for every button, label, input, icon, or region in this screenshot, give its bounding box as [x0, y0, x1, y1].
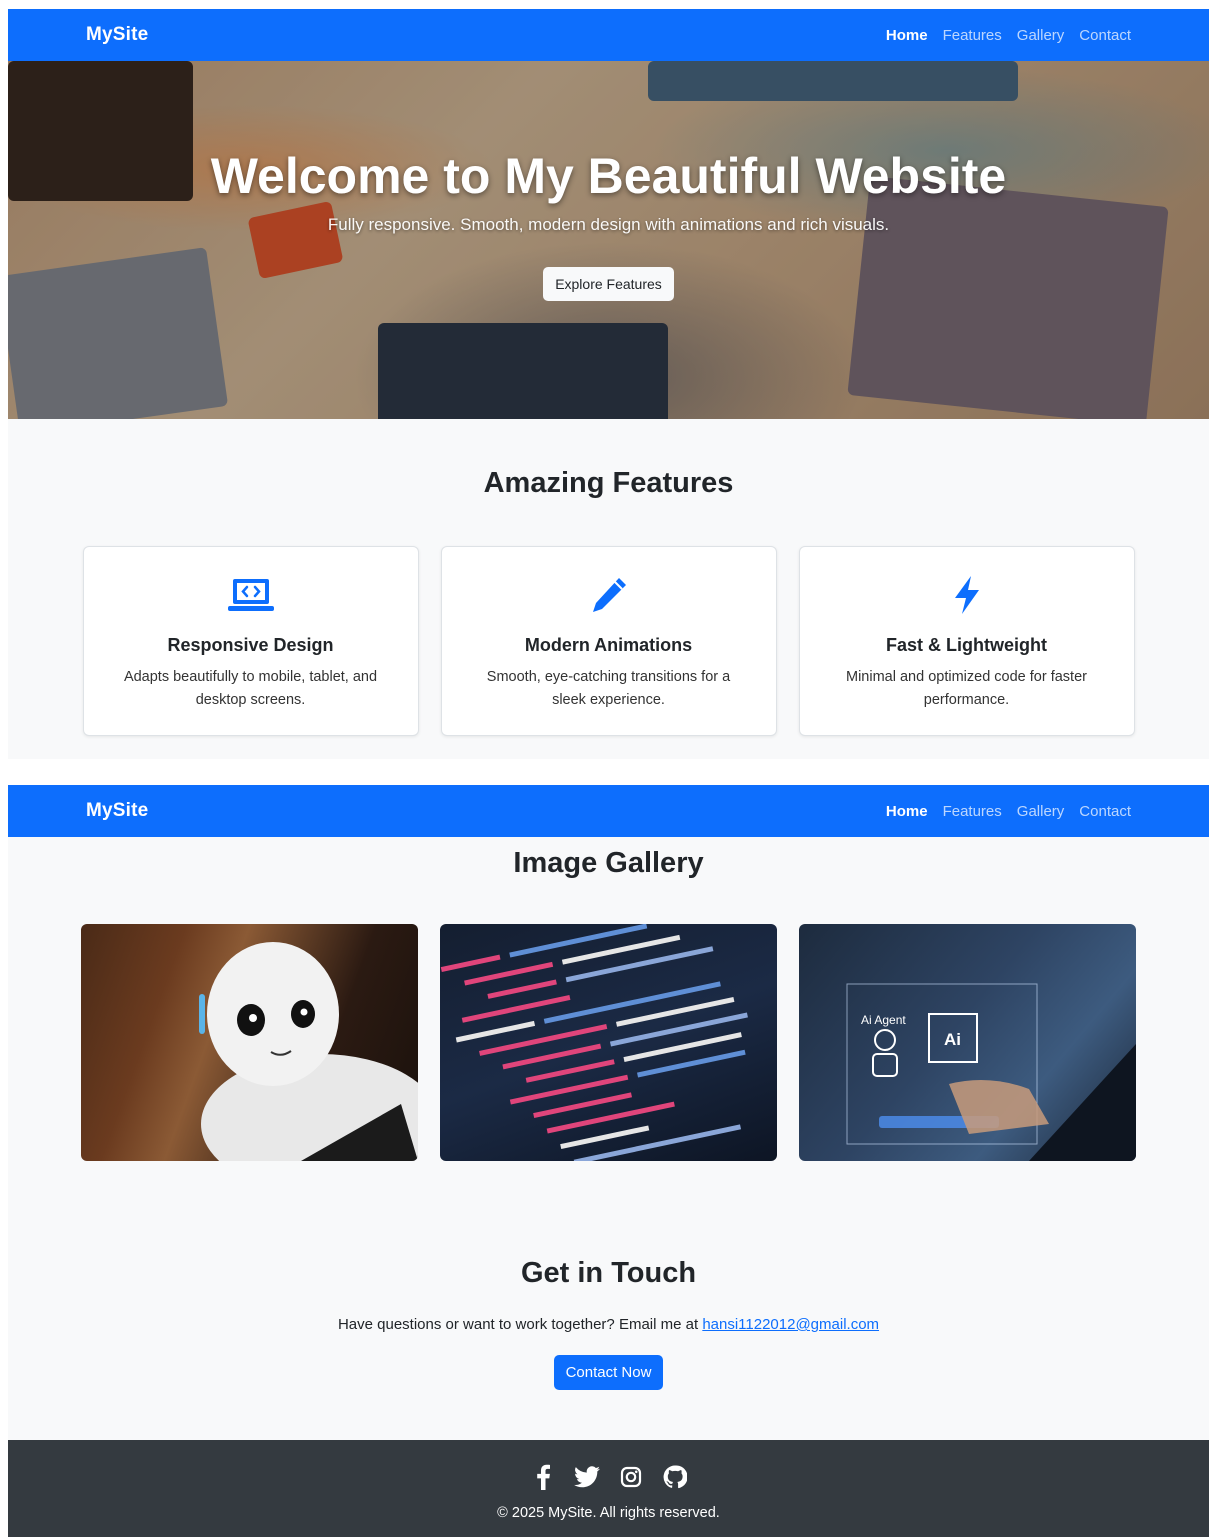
feature-desc: Minimal and optimized code for faster pe…	[846, 669, 1087, 708]
footer: © 2025 MySite. All rights reserved.	[8, 1440, 1209, 1537]
contact-text: Have questions or want to work together?…	[8, 1316, 1209, 1333]
nav-link-contact[interactable]: Contact	[1079, 27, 1131, 44]
nav-link-home[interactable]: Home	[886, 27, 928, 44]
ai-agent-illustration: Ai Agent Ai	[846, 983, 1136, 1161]
navbar: MySite Home Features Gallery Contact	[8, 9, 1209, 61]
nav-link-gallery[interactable]: Gallery	[1017, 27, 1065, 44]
ai-agent-label: Ai Agent	[861, 1013, 906, 1027]
feature-card-animations: Modern Animations Smooth, eye-catching t…	[440, 546, 777, 736]
hero-section: Welcome to My Beautiful Website Fully re…	[8, 61, 1209, 419]
feature-card-responsive: Responsive Design Adapts beautifully to …	[82, 546, 419, 736]
feature-title: Modern Animations	[524, 635, 693, 655]
explore-features-button[interactable]: Explore Features	[543, 267, 674, 301]
nav-link-features[interactable]: Features	[943, 27, 1002, 44]
brand-logo[interactable]: MySite	[86, 800, 148, 822]
gallery-section: Image Gallery Ai Agent Ai	[8, 837, 1209, 1161]
pen-icon	[442, 575, 776, 615]
lightning-icon	[800, 575, 1134, 615]
feature-desc: Adapts beautifully to mobile, tablet, an…	[123, 669, 378, 708]
feature-card-fast: Fast & Lightweight Minimal and optimized…	[798, 546, 1135, 736]
feature-desc: Smooth, eye-catching transitions for a s…	[486, 669, 731, 708]
github-icon[interactable]	[662, 1464, 688, 1490]
laptop-code-icon	[84, 575, 418, 615]
contact-section: Get in Touch Have questions or want to w…	[8, 1161, 1209, 1390]
screenshot-top: MySite Home Features Gallery Contact Wel…	[8, 9, 1209, 759]
nav-links: Home Features Gallery Contact	[886, 803, 1131, 820]
features-title: Amazing Features	[483, 467, 734, 499]
nav-link-features[interactable]: Features	[943, 803, 1002, 820]
ai-label: Ai	[944, 1030, 961, 1049]
twitter-icon[interactable]	[573, 1464, 600, 1490]
features-section: Amazing Features Responsive Design Adapt…	[8, 419, 1209, 736]
nav-links: Home Features Gallery Contact	[886, 27, 1131, 44]
contact-text-body: Have questions or want to work together?…	[337, 1316, 699, 1333]
gallery-title: Image Gallery	[513, 847, 704, 879]
hero-content: Welcome to My Beautiful Website Fully re…	[8, 61, 1209, 419]
hero-title: Welcome to My Beautiful Website	[210, 148, 1007, 204]
robot-illustration	[199, 942, 418, 1161]
facebook-icon[interactable]	[530, 1464, 556, 1490]
nav-link-contact[interactable]: Contact	[1079, 803, 1131, 820]
hero-subtitle: Fully responsive. Smooth, modern design …	[327, 215, 890, 234]
social-links	[8, 1464, 1209, 1490]
copyright: © 2025 MySite. All rights reserved.	[497, 1505, 720, 1521]
contact-title: Get in Touch	[520, 1257, 697, 1289]
gallery-row: Ai Agent Ai	[8, 924, 1209, 1161]
feature-title: Fast & Lightweight	[886, 635, 1047, 655]
feature-row: Responsive Design Adapts beautifully to …	[8, 546, 1209, 736]
screenshot-bottom: MySite Home Features Gallery Contact Ima…	[8, 785, 1209, 1537]
code-photo	[440, 924, 777, 1161]
nav-link-gallery[interactable]: Gallery	[1017, 803, 1065, 820]
instagram-icon[interactable]	[618, 1464, 644, 1490]
contact-now-button[interactable]: Contact Now	[553, 1355, 664, 1390]
feature-title: Responsive Design	[167, 635, 334, 655]
contact-email-link[interactable]: hansi1122012@gmail.com	[702, 1316, 879, 1333]
ai-agent-photo: Ai Agent Ai	[799, 924, 1136, 1161]
code-illustration	[440, 924, 748, 1161]
robot-photo	[81, 924, 418, 1161]
nav-link-home[interactable]: Home	[886, 803, 928, 820]
brand-logo[interactable]: MySite	[86, 24, 148, 46]
navbar: MySite Home Features Gallery Contact	[8, 785, 1209, 837]
